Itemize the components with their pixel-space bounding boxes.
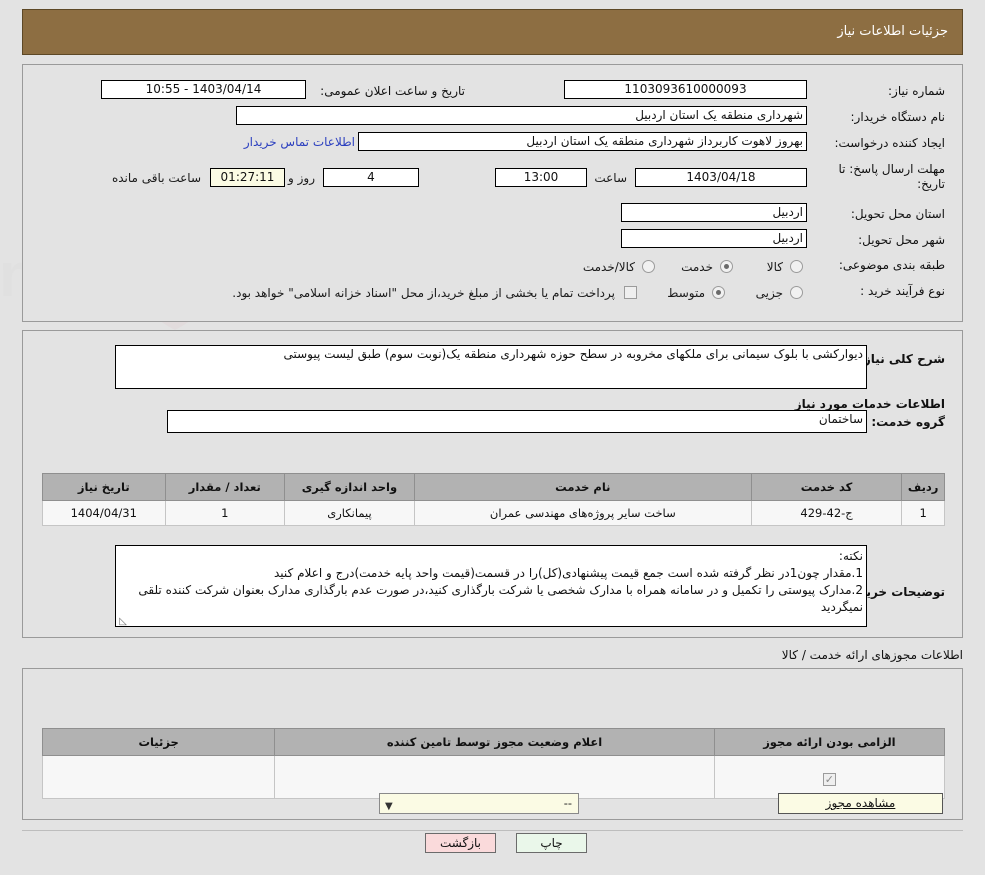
col-need-date: تاریخ نیاز bbox=[42, 473, 166, 501]
label-hours-remaining: ساعت باقی مانده bbox=[111, 171, 201, 185]
permits-section-title: اطلاعات مجوزهای ارائه خدمت / کالا bbox=[781, 648, 963, 662]
cell-quantity: 1 bbox=[164, 500, 286, 526]
table-row: 1 ج-42-429 ساخت سایر پروژه‌های مهندسی عم… bbox=[42, 500, 945, 526]
delivery-province-field: اردبیل bbox=[621, 203, 807, 222]
cell-measure-unit: پیمانکاری bbox=[284, 500, 415, 526]
radio-process-motevaset[interactable] bbox=[712, 286, 725, 299]
col-permit-status: اعلام وضعیت مجوز توسط تامین کننده bbox=[274, 728, 715, 756]
summary-panel bbox=[22, 64, 963, 322]
col-measure-unit: واحد اندازه گیری bbox=[284, 473, 415, 501]
buyer-contact-link[interactable]: اطلاعات تماس خریدار bbox=[244, 135, 355, 149]
buyer-org-field: شهرداری منطقه یک استان اردبیل bbox=[236, 106, 807, 125]
col-service-name: نام خدمت bbox=[413, 473, 752, 501]
radio-process-jozi[interactable] bbox=[790, 286, 803, 299]
cell-service-code: ج-42-429 bbox=[750, 500, 903, 526]
cell-row-index: 1 bbox=[901, 500, 945, 526]
label-need-number: شماره نیاز: bbox=[888, 84, 945, 98]
buyer-note-line-1: نکته: bbox=[838, 549, 863, 563]
permit-status-select[interactable]: ▼ -- bbox=[379, 793, 579, 814]
deadline-time-field: 13:00 bbox=[495, 168, 587, 187]
buyer-note-line-2: 1.مقدار چون1در نظر گرفته شده است جمع قیم… bbox=[274, 566, 863, 580]
treasury-bond-text: پرداخت تمام یا بخشی از مبلغ خرید،از محل … bbox=[232, 286, 615, 300]
service-group-field: ساختمان bbox=[167, 410, 867, 433]
label-purchase-process: نوع فرآیند خرید : bbox=[860, 284, 945, 298]
label-request-creator: ایجاد کننده درخواست: bbox=[834, 136, 945, 150]
radio-label-category-khedmat: خدمت bbox=[681, 260, 713, 274]
services-section-title: اطلاعات خدمات مورد نیاز bbox=[794, 397, 945, 411]
radio-label-process-jozi: جزیی bbox=[755, 286, 783, 300]
permits-table-header-row: الزامی بودن ارائه مجوز اعلام وضعیت مجوز … bbox=[41, 728, 946, 756]
cell-permit-details bbox=[41, 755, 276, 799]
permit-status-value: -- bbox=[563, 796, 572, 810]
radio-category-kala[interactable] bbox=[790, 260, 803, 273]
remaining-days-field: 4 bbox=[323, 168, 419, 187]
resize-grip-icon: ◺ bbox=[119, 616, 127, 627]
col-row-index: ردیف bbox=[901, 473, 945, 501]
label-hour: ساعت bbox=[594, 171, 627, 185]
buyer-notes-field: نکته: 1.مقدار چون1در نظر گرفته شده است ج… bbox=[115, 545, 867, 627]
print-button[interactable]: چاپ bbox=[516, 833, 587, 853]
announce-datetime-field: 1403/04/14 - 10:55 bbox=[101, 80, 306, 99]
radio-label-category-kala: کالا bbox=[766, 260, 783, 274]
col-permit-required: الزامی بودن ارائه مجوز bbox=[713, 728, 946, 756]
view-permit-button[interactable]: مشاهده مجوز bbox=[778, 793, 943, 814]
label-delivery-province: استان محل تحویل: bbox=[850, 207, 945, 221]
label-announce-datetime: تاریخ و ساعت اعلان عمومی: bbox=[320, 84, 465, 98]
services-table-header-row: ردیف کد خدمت نام خدمت واحد اندازه گیری ت… bbox=[42, 473, 945, 501]
page-title: جزئیات اطلاعات نیاز bbox=[837, 24, 948, 39]
label-service-group: گروه خدمت: bbox=[871, 415, 945, 429]
label-days: روز و bbox=[288, 171, 315, 185]
label-delivery-city: شهر محل تحویل: bbox=[858, 233, 945, 247]
footer-divider bbox=[22, 830, 963, 831]
cell-need-date: 1404/04/31 bbox=[42, 500, 166, 526]
radio-category-kala-khedmat[interactable] bbox=[642, 260, 655, 273]
col-quantity: تعداد / مقدار bbox=[164, 473, 286, 501]
label-response-deadline: مهلت ارسال پاسخ: تا تاریخ: bbox=[838, 162, 945, 191]
general-description-field: دیوارکشی با بلوک سیمانی برای ملکهای مخرو… bbox=[115, 345, 867, 389]
label-buyer-org: نام دستگاه خریدار: bbox=[850, 110, 946, 124]
delivery-city-field: اردبیل bbox=[621, 229, 807, 248]
request-creator-field: بهروز لاهوت کاربرداز شهرداری منطقه یک اس… bbox=[358, 132, 807, 151]
cell-service-name: ساخت سایر پروژه‌های مهندسی عمران bbox=[413, 500, 752, 526]
tender-detail-page: AriaTender.net جزئیات اطلاعات نیاز شماره… bbox=[0, 0, 985, 875]
back-button[interactable]: بازگشت bbox=[425, 833, 496, 853]
deadline-date-field: 1403/04/18 bbox=[635, 168, 807, 187]
radio-label-category-kala-khedmat: کالا/خدمت bbox=[582, 260, 635, 274]
col-service-code: کد خدمت bbox=[750, 473, 903, 501]
col-permit-details: جزئیات bbox=[41, 728, 276, 756]
countdown-timer-field: 01:27:11 bbox=[210, 168, 285, 187]
page-title-bar: جزئیات اطلاعات نیاز bbox=[22, 9, 963, 55]
permit-required-checkbox: ✓ bbox=[822, 773, 836, 786]
label-subject-category: طبقه بندی موضوعی: bbox=[838, 258, 945, 272]
buyer-note-line-3: 2.مدارک پیوستی را تکمیل و در سامانه همرا… bbox=[138, 583, 863, 614]
label-general-description: شرح کلی نیاز: bbox=[859, 352, 945, 366]
radio-label-process-motevaset: متوسط bbox=[667, 286, 705, 300]
treasury-bond-checkbox[interactable] bbox=[624, 286, 637, 299]
services-table: ردیف کد خدمت نام خدمت واحد اندازه گیری ت… bbox=[42, 473, 945, 526]
permits-table: الزامی بودن ارائه مجوز اعلام وضعیت مجوز … bbox=[41, 728, 946, 799]
need-number-field: 1103093610000093 bbox=[564, 80, 807, 99]
chevron-down-icon: ▼ bbox=[385, 801, 393, 812]
radio-category-khedmat[interactable] bbox=[720, 260, 733, 273]
